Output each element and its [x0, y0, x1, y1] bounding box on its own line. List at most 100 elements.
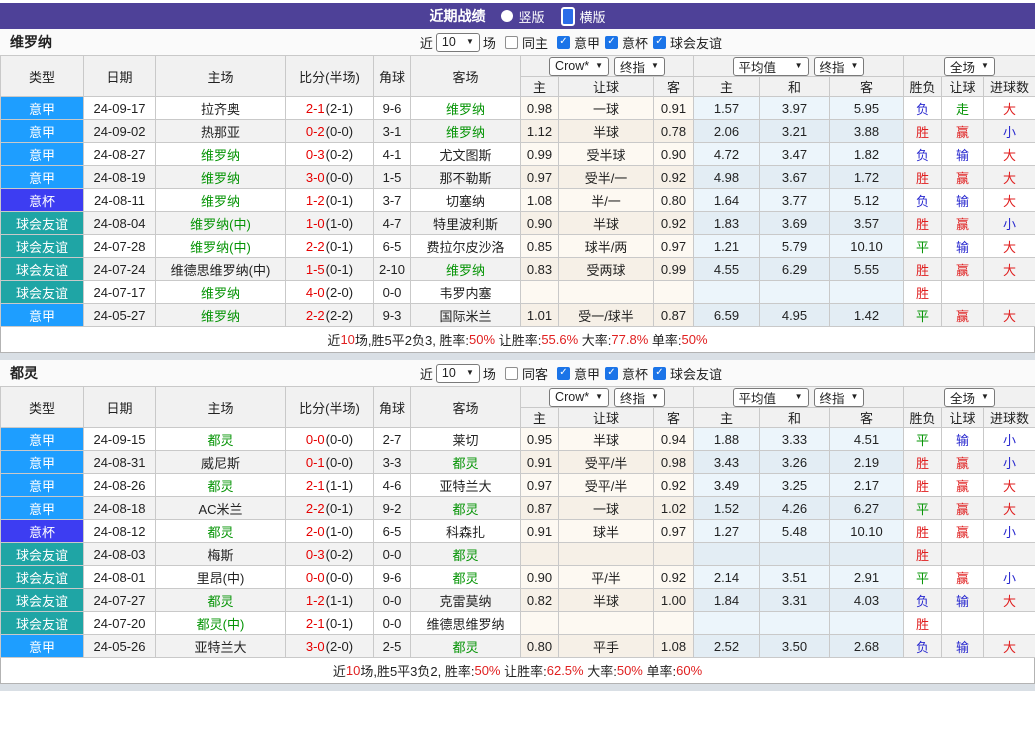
radio-icon[interactable] [501, 10, 513, 22]
result-outcome: 平 [904, 235, 942, 258]
corner-count: 3-3 [374, 451, 411, 474]
match-count-value: 10 [442, 35, 456, 49]
col-sub-avg-away: 客 [830, 408, 904, 428]
halftime-score: (2-2) [326, 308, 353, 323]
away-team: 都灵 [411, 451, 521, 474]
handicap-line: 半球 [559, 212, 654, 235]
result-outcome: 平 [904, 497, 942, 520]
home-team: AC米兰 [156, 497, 286, 520]
col-sub-away-odds: 客 [654, 408, 694, 428]
average-select[interactable]: 平均值▼ [733, 388, 809, 407]
same-venue-checkbox[interactable] [505, 36, 518, 49]
result-goals [984, 612, 1035, 635]
fulltime-select[interactable]: 全场▼ [944, 388, 995, 407]
avg-draw-odds: 6.29 [760, 258, 830, 281]
avg-draw-odds: 3.51 [760, 566, 830, 589]
same-venue-checkbox[interactable] [505, 367, 518, 380]
final-index-select[interactable]: 终指▼ [814, 388, 865, 407]
filter-checkbox-coppa-italia[interactable]: ✓ [605, 36, 618, 49]
result-goals: 小 [984, 566, 1035, 589]
halftime-score: (0-0) [326, 570, 353, 585]
radio-option-vertical[interactable]: 竖版 [501, 7, 544, 26]
handicap-home-odds: 0.97 [521, 474, 559, 497]
summary-segment: 让胜率: [495, 330, 541, 349]
handicap-away-odds [654, 612, 694, 635]
match-date: 24-07-20 [84, 612, 156, 635]
final-index-select[interactable]: 终指▼ [814, 57, 865, 76]
match-row: 意甲24-09-17拉齐奥2-1(2-1)9-6维罗纳0.98一球0.911.5… [1, 97, 1035, 120]
radio-icon[interactable] [561, 7, 575, 26]
match-date: 24-09-15 [84, 428, 156, 451]
bookmaker-select[interactable]: Crow*▼ [549, 388, 609, 407]
home-team: 维罗纳 [156, 143, 286, 166]
handicap-home-odds: 0.91 [521, 451, 559, 474]
col-header-score: 比分(半场) [286, 56, 374, 97]
final-odds-select[interactable]: 终指▼ [614, 388, 665, 407]
filter-label-serie-a: 意甲 [574, 364, 600, 383]
chevron-down-icon: ▼ [651, 393, 659, 401]
handicap-home-odds: 0.99 [521, 143, 559, 166]
filter-checkbox-friendly[interactable]: ✓ [653, 367, 666, 380]
col-header-type: 类型 [1, 56, 84, 97]
match-row: 意甲24-08-19维罗纳3-0(0-0)1-5那不勒斯0.97受半/一0.92… [1, 166, 1035, 189]
col-header-corner: 角球 [374, 56, 411, 97]
result-goals: 大 [984, 143, 1035, 166]
result-outcome: 胜 [904, 166, 942, 189]
filter-controls: 近 10 ▼ 场 同主 ✓ 意甲 ✓ 意杯 ✓ 球会友谊 [420, 29, 722, 55]
result-handicap: 赢 [942, 520, 984, 543]
col-header-home: 主场 [156, 387, 286, 428]
filter-checkbox-friendly[interactable]: ✓ [653, 36, 666, 49]
summary-segment: 单率: [648, 330, 681, 349]
bookmaker-select[interactable]: Crow*▼ [549, 57, 609, 76]
avg-away-odds: 10.10 [830, 520, 904, 543]
match-count-select[interactable]: 10 ▼ [436, 364, 480, 383]
result-handicap: 赢 [942, 497, 984, 520]
summary-segment: 60% [676, 663, 702, 678]
filter-label-coppa-italia: 意杯 [622, 33, 648, 52]
handicap-away-odds: 0.97 [654, 520, 694, 543]
corner-count: 3-7 [374, 189, 411, 212]
col-header-type: 类型 [1, 387, 84, 428]
average-select[interactable]: 平均值▼ [733, 57, 809, 76]
match-date: 24-09-17 [84, 97, 156, 120]
radio-option-horizontal[interactable]: 横版 [561, 7, 606, 26]
handicap-home-odds: 0.90 [521, 566, 559, 589]
avg-home-odds: 2.14 [694, 566, 760, 589]
result-handicap: 赢 [942, 474, 984, 497]
col-header-away: 客场 [411, 56, 521, 97]
fulltime-select[interactable]: 全场▼ [944, 57, 995, 76]
handicap-away-odds [654, 281, 694, 304]
result-goals: 小 [984, 451, 1035, 474]
summary-segment: 近 [327, 330, 340, 349]
filter-checkbox-serie-a[interactable]: ✓ [557, 367, 570, 380]
handicap-away-odds: 0.92 [654, 166, 694, 189]
home-team: 亚特兰大 [156, 635, 286, 658]
home-team: 维罗纳 [156, 281, 286, 304]
avg-away-odds: 6.27 [830, 497, 904, 520]
filter-checkbox-coppa-italia[interactable]: ✓ [605, 367, 618, 380]
same-venue-label: 同客 [522, 364, 548, 383]
matches-table: 类型 日期 主场 比分(半场) 角球 客场 Crow*▼ 终指▼ 平均值▼ 终指… [0, 55, 1035, 327]
record-summary: 近10场,胜5平3负2, 胜率:50% 让胜率:62.5% 大率:50% 单率:… [0, 658, 1035, 684]
result-goals: 大 [984, 497, 1035, 520]
result-handicap [942, 612, 984, 635]
avg-home-odds: 2.52 [694, 635, 760, 658]
away-team: 费拉尔皮沙洛 [411, 235, 521, 258]
corner-count: 0-0 [374, 281, 411, 304]
avg-away-odds: 1.42 [830, 304, 904, 327]
away-team: 科森扎 [411, 520, 521, 543]
match-count-select[interactable]: 10 ▼ [436, 33, 480, 52]
final-odds-select[interactable]: 终指▼ [614, 57, 665, 76]
score-cell: 0-3(0-2) [286, 543, 374, 566]
avg-home-odds: 3.49 [694, 474, 760, 497]
filter-checkbox-serie-a[interactable]: ✓ [557, 36, 570, 49]
result-outcome: 胜 [904, 212, 942, 235]
avg-draw-odds: 3.33 [760, 428, 830, 451]
halftime-score: (0-0) [326, 124, 353, 139]
fulltime-group-header: 全场▼ [904, 56, 1035, 77]
summary-segment: 50% [469, 332, 495, 347]
result-outcome: 胜 [904, 451, 942, 474]
avg-away-odds: 5.95 [830, 97, 904, 120]
home-team: 都灵 [156, 520, 286, 543]
home-team: 都灵 [156, 474, 286, 497]
